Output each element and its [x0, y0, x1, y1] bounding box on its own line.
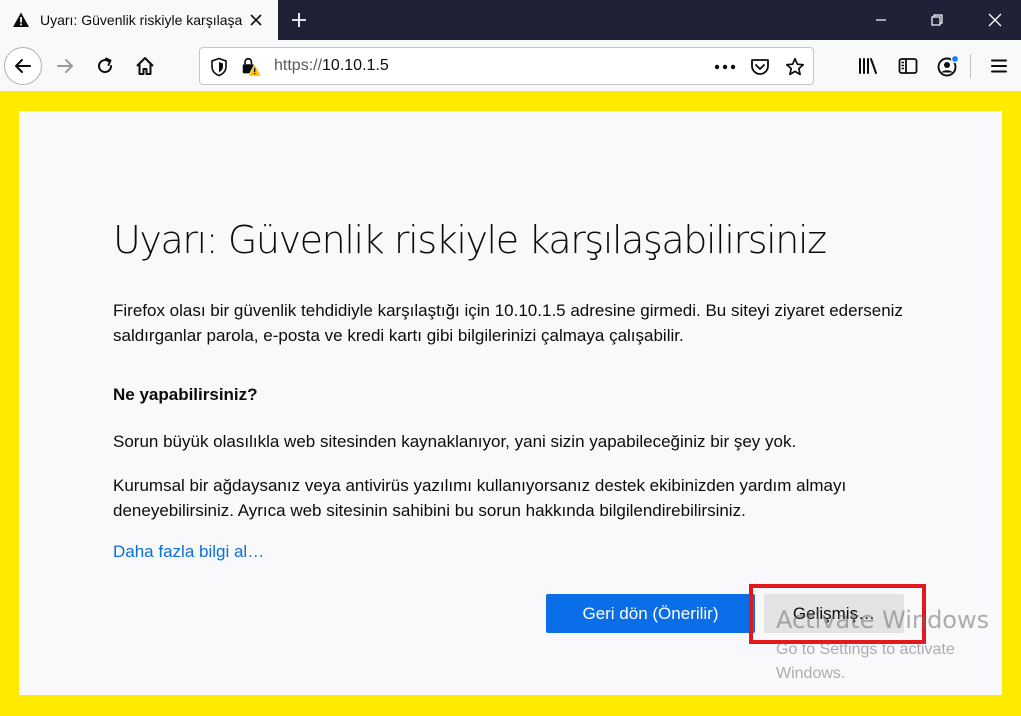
forward-arrow-icon[interactable]	[48, 49, 82, 83]
more-icon[interactable]	[712, 55, 738, 79]
warning-icon	[12, 11, 30, 29]
intro-text: Firefox olası bir güvenlik tehdidiyle ka…	[113, 301, 903, 345]
title-bar: Uyarı: Güvenlik riskiyle karşılaşa	[0, 0, 1021, 40]
nav-toolbar: https://10.10.1.5	[0, 40, 1021, 92]
sidebar-icon[interactable]	[893, 51, 923, 81]
watermark-title: Activate Windows	[776, 606, 990, 634]
close-icon[interactable]	[246, 10, 266, 30]
plus-icon[interactable]	[286, 7, 312, 33]
url-host: 10.10.1.5	[322, 57, 389, 74]
star-icon[interactable]	[782, 55, 808, 79]
url-bar[interactable]: https://10.10.1.5	[199, 47, 814, 85]
what-heading: Ne yapabilirsiniz?	[113, 385, 258, 404]
watermark-line-2: Windows.	[776, 665, 846, 682]
watermark-line-1: Go to Settings to activate	[776, 641, 955, 658]
learn-more-link[interactable]: Daha fazla bilgi al…	[113, 542, 264, 562]
toolbar-divider	[970, 54, 971, 78]
restore-icon[interactable]	[907, 0, 967, 40]
pocket-icon[interactable]	[747, 55, 773, 79]
reload-icon[interactable]	[88, 49, 122, 83]
go-back-button[interactable]: Geri dön (Önerilir)	[546, 594, 755, 633]
active-tab[interactable]: Uyarı: Güvenlik riskiyle karşılaşa	[0, 0, 278, 40]
library-icon[interactable]	[853, 51, 883, 81]
url-scheme: https://	[274, 57, 323, 74]
what-text-1: Sorun büyük olasılıkla web sitesinden ka…	[113, 432, 797, 451]
page-title: Uyarı: Güvenlik riskiyle karşılaşabilirs…	[113, 218, 827, 262]
back-arrow-icon[interactable]	[4, 47, 42, 85]
account-icon[interactable]	[933, 51, 963, 81]
minimize-icon[interactable]	[851, 0, 911, 40]
insecure-lock-icon[interactable]	[240, 56, 262, 78]
home-icon[interactable]	[128, 49, 162, 83]
what-text-2: Kurumsal bir ağdaysanız veya antivirüs y…	[113, 476, 847, 520]
hamburger-menu-icon[interactable]	[984, 51, 1014, 81]
tab-title: Uyarı: Güvenlik riskiyle karşılaşa	[40, 12, 243, 28]
url-text[interactable]: https://10.10.1.5	[274, 57, 389, 75]
shield-icon[interactable]	[208, 56, 230, 78]
window-close-icon[interactable]	[965, 0, 1021, 40]
